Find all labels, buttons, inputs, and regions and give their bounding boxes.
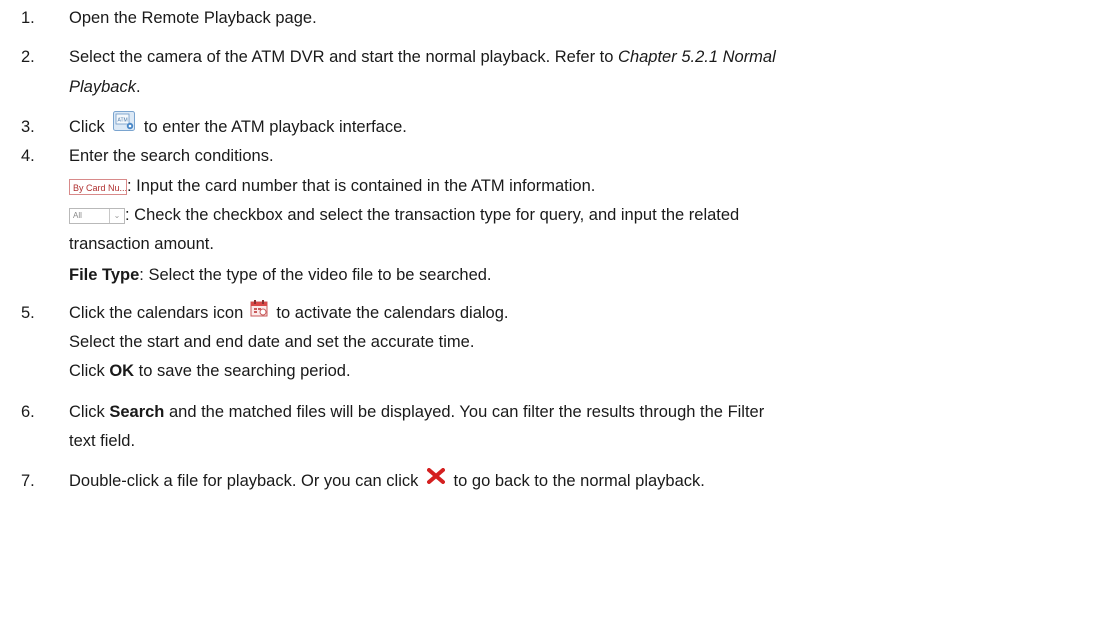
- step-number: 7.: [21, 472, 35, 490]
- step-text: to save the searching period.: [134, 362, 351, 380]
- file-type-text: : Select the type of the video file to b…: [139, 266, 492, 284]
- search-label: Search: [109, 403, 165, 421]
- chevron-down-icon: ⌄: [109, 208, 124, 223]
- step-number: 3.: [21, 118, 35, 136]
- step-text: Enter the search conditions.: [69, 147, 274, 165]
- step-number: 6.: [21, 403, 35, 421]
- step-text: Select the start and end date and set th…: [69, 333, 475, 351]
- step-number: 1.: [21, 9, 35, 27]
- step-text: .: [135, 78, 141, 96]
- step-text: Click the calendars icon: [69, 304, 248, 322]
- transaction-type-text: transaction amount.: [69, 235, 214, 253]
- select-value: All: [73, 210, 82, 220]
- step-number: 2.: [21, 48, 35, 66]
- card-number-text: : Input the card number that is containe…: [127, 177, 596, 195]
- transaction-type-text: : Check the checkbox and select the tran…: [125, 206, 740, 224]
- step-text: Click: [69, 362, 110, 380]
- step-text: Double-click a file for playback. Or you…: [69, 472, 423, 490]
- step-text: text field.: [69, 432, 136, 450]
- step-text: to activate the calendars dialog.: [271, 304, 509, 322]
- step-text: to go back to the normal playback.: [448, 472, 705, 490]
- step-text: Select the camera of the ATM DVR and sta…: [69, 48, 619, 66]
- chapter-reference: Chapter 5.2.1 Normal: [618, 48, 776, 66]
- step-text: Open the Remote Playback page.: [69, 9, 317, 27]
- card-number-field-image: By Card Nu...: [69, 178, 127, 195]
- close-icon: [426, 465, 445, 493]
- step-text: to enter the ATM playback interface.: [139, 118, 407, 136]
- chapter-reference-continued: Playback: [69, 78, 136, 96]
- file-type-label: File Type: [69, 266, 140, 284]
- atm-playback-icon: ATM: [113, 111, 136, 140]
- svg-text:ATM: ATM: [118, 118, 128, 124]
- step-text: Click: [69, 118, 110, 136]
- step-text: Click: [69, 403, 110, 421]
- step-number: 4.: [21, 147, 35, 165]
- transaction-type-select-image: All ⌄: [69, 207, 125, 224]
- document-page: 1. Open the Remote Playback page. 2. Sel…: [0, 0, 1107, 618]
- step-number: 5.: [21, 304, 35, 322]
- calendar-icon: [250, 298, 268, 326]
- ok-label: OK: [109, 362, 135, 380]
- step-text: and the matched files will be displayed.…: [164, 403, 765, 421]
